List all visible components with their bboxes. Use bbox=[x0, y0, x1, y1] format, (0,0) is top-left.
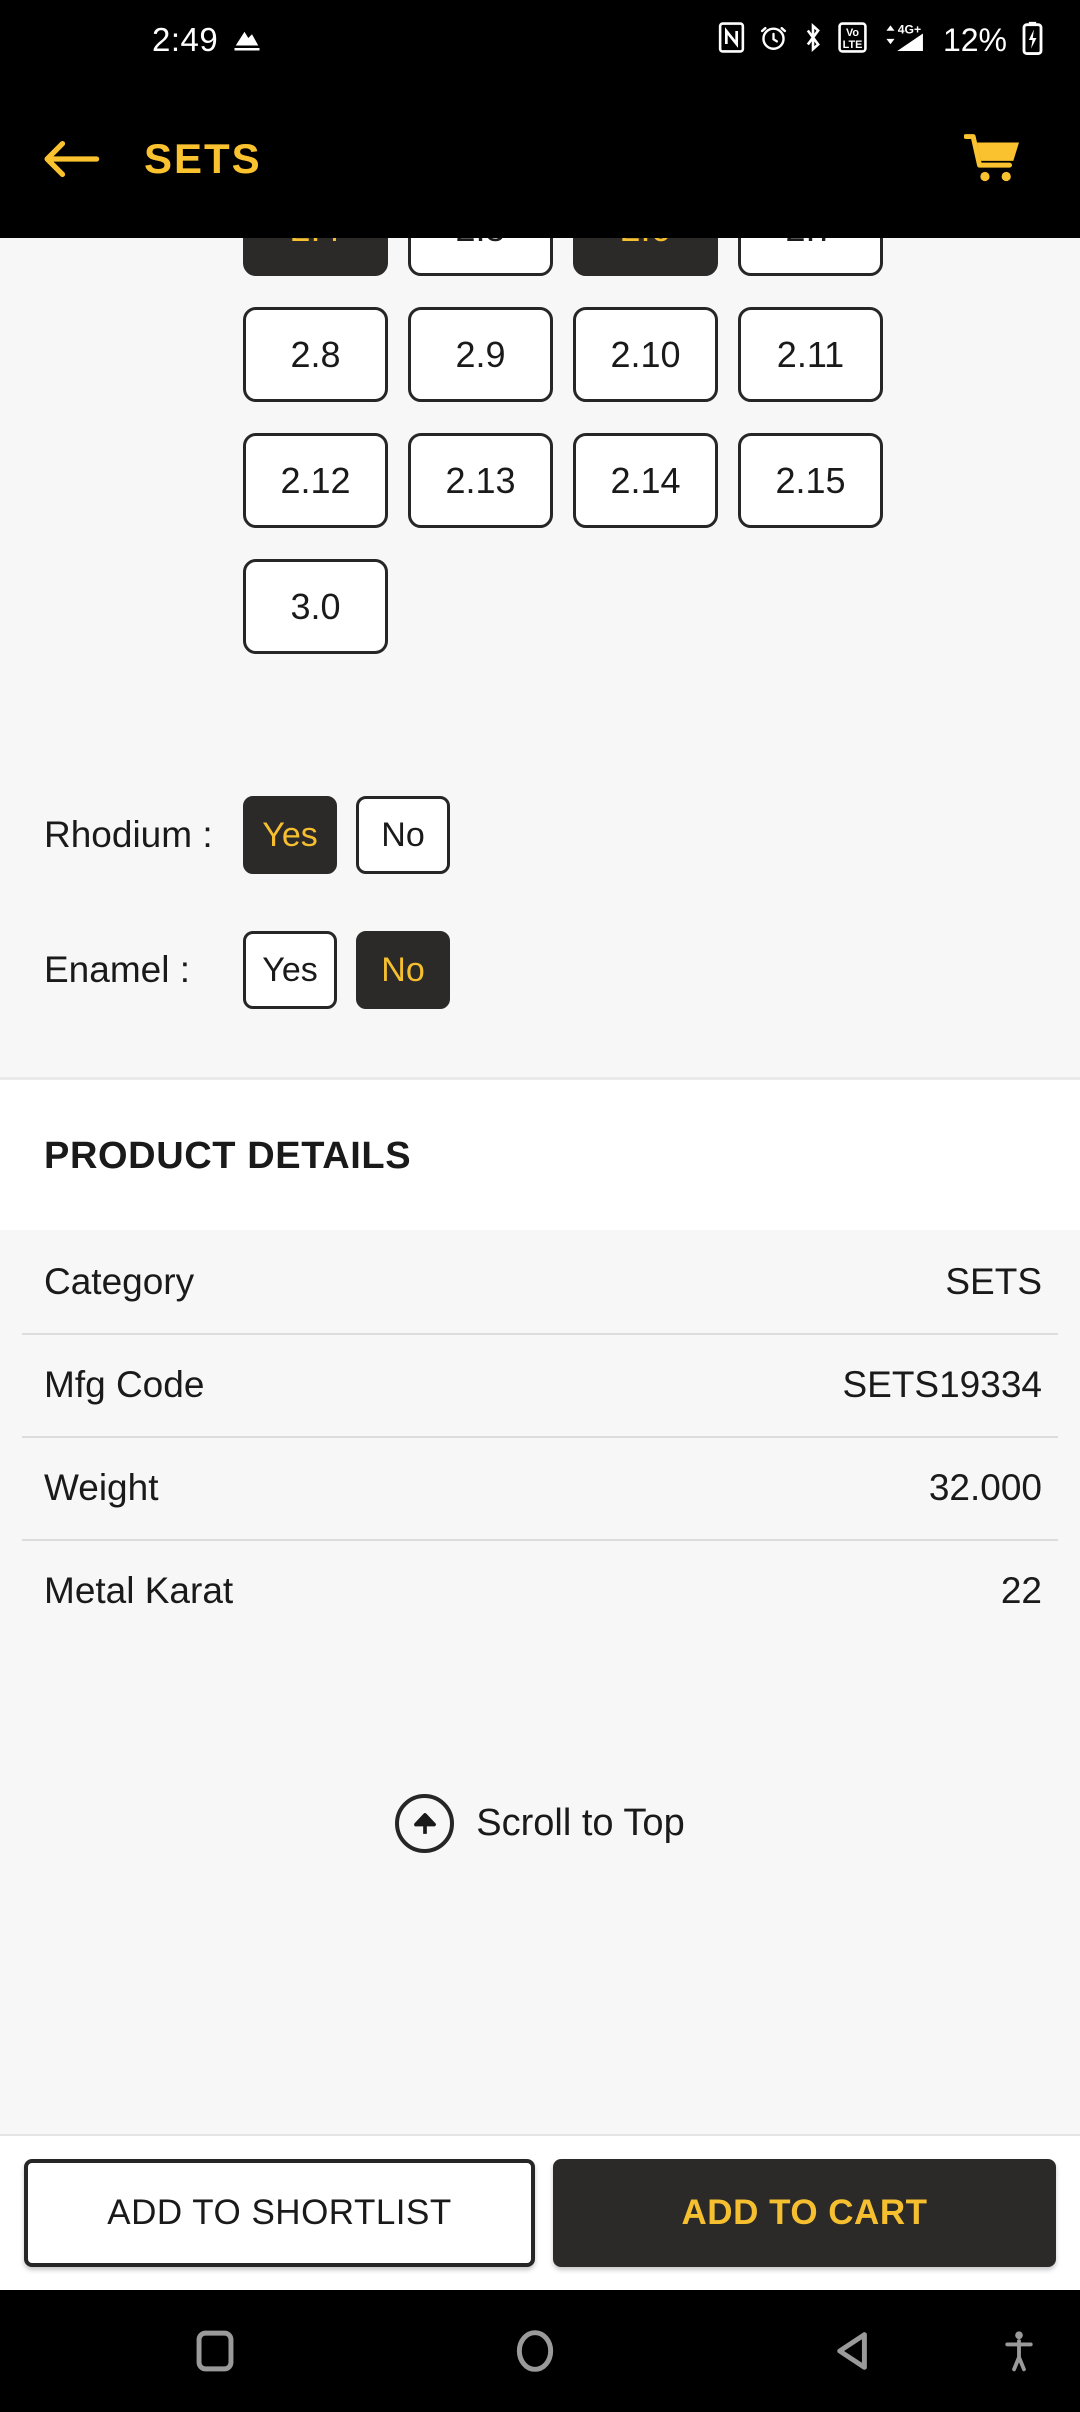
add-to-cart-button[interactable]: ADD TO CART bbox=[553, 2159, 1056, 2267]
status-bar-right: Vo LTE 4G+ 12% bbox=[718, 21, 1044, 60]
product-details-list: Category SETS Mfg Code SETS19334 Weight … bbox=[0, 1230, 1080, 1642]
table-row: Weight 32.000 bbox=[0, 1436, 1080, 1539]
back-button[interactable] bbox=[36, 124, 106, 194]
detail-key: Weight bbox=[44, 1466, 159, 1508]
signal-4g-plus-icon: 4G+ bbox=[881, 21, 927, 59]
size-chip[interactable]: 2.8 bbox=[243, 307, 388, 402]
detail-value: 32.000 bbox=[928, 1466, 1042, 1508]
enamel-yes-button[interactable]: Yes bbox=[243, 931, 337, 1009]
svg-text:Vo: Vo bbox=[846, 27, 859, 39]
rhodium-yes-button[interactable]: Yes bbox=[243, 796, 337, 874]
cart-button[interactable] bbox=[958, 124, 1028, 194]
svg-text:LTE: LTE bbox=[843, 39, 863, 51]
bottom-action-bar: ADD TO SHORTLIST ADD TO CART bbox=[0, 2134, 1080, 2290]
enamel-no-button[interactable]: No bbox=[356, 931, 450, 1009]
detail-value: 22 bbox=[1000, 1569, 1042, 1611]
detail-value: SETS bbox=[945, 1260, 1042, 1302]
mountain-screenshot-icon bbox=[232, 23, 262, 58]
battery-charging-icon bbox=[1021, 21, 1044, 60]
volte-icon: Vo LTE bbox=[838, 22, 867, 58]
scroll-to-top-button[interactable]: Scroll to Top bbox=[0, 1642, 1080, 1913]
size-chip-grid: 2.4 2.5 2.6 2.7 2.8 2.9 2.10 2.11 2.12 2… bbox=[243, 181, 1080, 654]
table-row: Mfg Code SETS19334 bbox=[0, 1333, 1080, 1436]
attribute-label: Enamel : bbox=[44, 949, 191, 990]
app-screen: 2:49 Vo LTE 4G+ 12% SETS 2.8 2.9 2.10 2.… bbox=[0, 0, 1080, 2412]
size-chip[interactable]: 2.12 bbox=[243, 433, 388, 528]
attribute-options: Yes No bbox=[243, 931, 450, 1009]
size-chip[interactable]: 2.11 bbox=[738, 307, 883, 402]
scroll-to-top-label: Scroll to Top bbox=[476, 1802, 685, 1844]
size-chip[interactable]: 2.15 bbox=[738, 433, 883, 528]
app-bar: SETS bbox=[0, 80, 1080, 238]
detail-key: Category bbox=[44, 1260, 195, 1302]
scroll-content: 2.4 2.5 2.6 2.7 2.8 2.9 2.10 2.11 2.12 2… bbox=[0, 181, 1080, 1913]
arrow-up-circle-icon bbox=[395, 1794, 455, 1853]
bluetooth-icon bbox=[802, 22, 824, 58]
svg-text:4G+: 4G+ bbox=[898, 22, 921, 36]
size-chip[interactable]: 2.14 bbox=[573, 433, 718, 528]
accessibility-person-icon[interactable] bbox=[1004, 2329, 1034, 2373]
attribute-options: Yes No bbox=[243, 796, 450, 874]
table-row: Metal Karat 22 bbox=[0, 1539, 1080, 1642]
product-details-header-area: PRODUCT DETAILS bbox=[0, 1080, 1080, 1230]
add-to-shortlist-button[interactable]: ADD TO SHORTLIST bbox=[24, 2159, 535, 2267]
size-chip[interactable]: 2.9 bbox=[408, 307, 553, 402]
detail-value: SETS19334 bbox=[842, 1363, 1042, 1405]
product-details-heading: PRODUCT DETAILS bbox=[44, 1135, 412, 1177]
status-bar-clock: 2:49 bbox=[152, 21, 219, 58]
status-bar: 2:49 Vo LTE 4G+ 12% bbox=[0, 0, 1080, 80]
size-chip[interactable]: 2.10 bbox=[573, 307, 718, 402]
nfc-icon bbox=[718, 22, 745, 58]
status-bar-left: 2:49 bbox=[152, 21, 262, 59]
size-chip[interactable]: 2.13 bbox=[408, 433, 553, 528]
table-row: Category SETS bbox=[0, 1230, 1080, 1333]
page-title: SETS bbox=[144, 135, 262, 182]
attribute-label: Rhodium : bbox=[44, 814, 213, 855]
attribute-row-rhodium: Rhodium : Yes No bbox=[0, 796, 1080, 874]
back-triangle-icon[interactable] bbox=[834, 2330, 872, 2372]
home-circle-icon[interactable] bbox=[514, 2328, 556, 2374]
detail-key: Metal Karat bbox=[44, 1569, 234, 1611]
size-chip[interactable]: 3.0 bbox=[243, 559, 388, 654]
rhodium-no-button[interactable]: No bbox=[356, 796, 450, 874]
recents-square-icon[interactable] bbox=[196, 2330, 234, 2372]
detail-key: Mfg Code bbox=[44, 1363, 205, 1405]
attribute-row-enamel: Enamel : Yes No bbox=[0, 931, 1080, 1009]
battery-percent-label: 12% bbox=[942, 21, 1007, 58]
size-options-section: 2.4 2.5 2.6 2.7 2.8 2.9 2.10 2.11 2.12 2… bbox=[0, 181, 1080, 654]
alarm-icon bbox=[759, 23, 788, 57]
android-navigation-bar bbox=[0, 2290, 1080, 2412]
